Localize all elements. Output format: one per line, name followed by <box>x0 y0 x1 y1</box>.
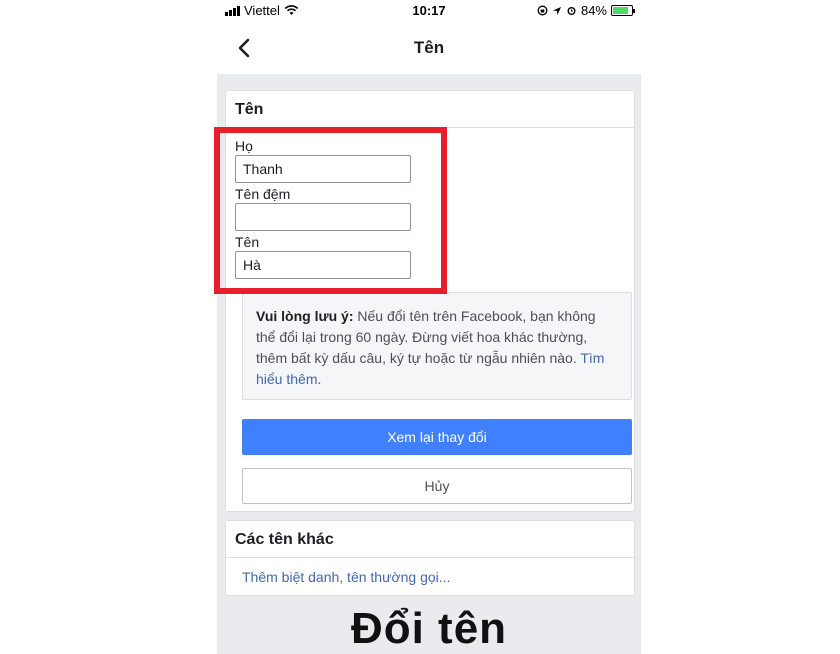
battery-percent: 84% <box>580 3 607 18</box>
add-nickname-link[interactable]: Thêm biệt danh, tên thường gọi... <box>242 569 450 585</box>
phone-screen: Viettel 10:17 84% Tên Tên Họ Thanh Tên đ… <box>217 0 641 654</box>
alarm-icon <box>567 7 576 15</box>
note-end: . <box>317 371 322 387</box>
orientation-lock-icon <box>537 5 548 16</box>
name-change-note: Vui lòng lưu ý: Nếu đổi tên trên Faceboo… <box>242 292 632 400</box>
navigation-bar: Tên <box>217 22 641 74</box>
status-bar: Viettel 10:17 84% <box>217 0 641 22</box>
name-card-heading: Tên <box>226 91 634 128</box>
caption-overlay: Đổi tên <box>350 604 508 653</box>
battery-icon <box>611 5 635 16</box>
status-right: 84% <box>537 3 635 18</box>
other-names-heading: Các tên khác <box>226 521 634 558</box>
other-names-card: Các tên khác Thêm biệt danh, tên thường … <box>225 520 635 596</box>
highlight-box <box>214 127 447 294</box>
page-title: Tên <box>413 38 445 57</box>
cancel-button[interactable]: Hủy <box>242 468 632 504</box>
note-bold-label: Vui lòng lưu ý: <box>256 308 354 324</box>
location-icon <box>552 6 561 15</box>
review-changes-button[interactable]: Xem lại thay đổi <box>242 419 632 455</box>
